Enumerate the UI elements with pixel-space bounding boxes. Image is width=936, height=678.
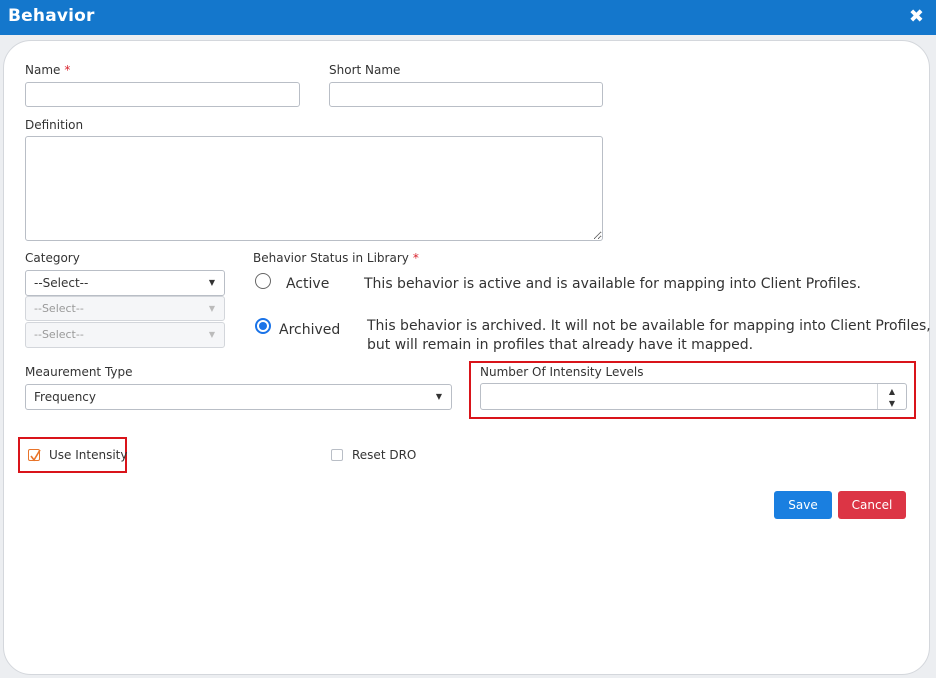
spin-up-icon[interactable]: ▲	[878, 387, 906, 396]
save-button[interactable]: Save	[774, 491, 832, 519]
definition-textarea[interactable]	[25, 136, 603, 241]
spin-down-icon[interactable]: ▼	[878, 399, 906, 408]
short-name-input[interactable]	[329, 82, 603, 107]
chevron-down-icon: ▼	[208, 304, 215, 313]
category-label: Category	[25, 251, 80, 265]
close-icon[interactable]: ✖	[909, 6, 924, 28]
definition-label: Definition	[25, 118, 84, 132]
intensity-levels-input[interactable]: ▲ ▼	[480, 383, 907, 410]
chevron-down-icon: ▼	[208, 330, 215, 339]
category-selected: --Select--	[34, 276, 89, 290]
status-active-label[interactable]: Active	[286, 276, 329, 292]
reset-dro-label[interactable]: Reset DRO	[352, 448, 416, 462]
subcategory-1-selected: --Select--	[34, 302, 84, 315]
chevron-down-icon: ▼	[208, 278, 215, 287]
status-archived-description-line2: but will remain in profiles that already…	[367, 337, 754, 353]
checkmark-icon	[30, 449, 41, 462]
short-name-label: Short Name	[329, 63, 401, 77]
status-archived-label[interactable]: Archived	[279, 322, 340, 338]
name-input[interactable]	[25, 82, 300, 107]
measurement-type-label: Meaurement Type	[25, 365, 133, 379]
status-active-description: This behavior is active and is available…	[364, 276, 861, 292]
name-label: Name *	[25, 63, 71, 77]
status-label: Behavior Status in Library *	[253, 251, 419, 265]
required-mark: *	[64, 63, 71, 77]
use-intensity-label[interactable]: Use Intensity	[49, 448, 127, 462]
window-title: Behavior	[8, 6, 95, 26]
category-select[interactable]: --Select-- ▼	[25, 270, 225, 296]
intensity-spinner: ▲ ▼	[877, 384, 906, 409]
measurement-type-selected: Frequency	[34, 390, 96, 404]
chevron-down-icon: ▼	[435, 392, 442, 401]
subcategory-select-1: --Select-- ▼	[25, 296, 225, 321]
subcategory-select-2: --Select-- ▼	[25, 322, 225, 348]
use-intensity-checkbox[interactable]	[28, 449, 41, 462]
reset-dro-checkbox[interactable]	[331, 449, 343, 461]
window-title-bar: Behavior ✖	[0, 0, 936, 35]
intensity-levels-label: Number Of Intensity Levels	[480, 365, 644, 379]
cancel-button[interactable]: Cancel	[838, 491, 906, 519]
subcategory-2-selected: --Select--	[34, 328, 84, 341]
measurement-type-select[interactable]: Frequency ▼	[25, 384, 452, 410]
status-archived-radio[interactable]	[255, 318, 271, 334]
required-mark: *	[412, 251, 419, 265]
status-active-radio[interactable]	[255, 273, 271, 289]
status-archived-description-line1: This behavior is archived. It will not b…	[367, 318, 931, 334]
